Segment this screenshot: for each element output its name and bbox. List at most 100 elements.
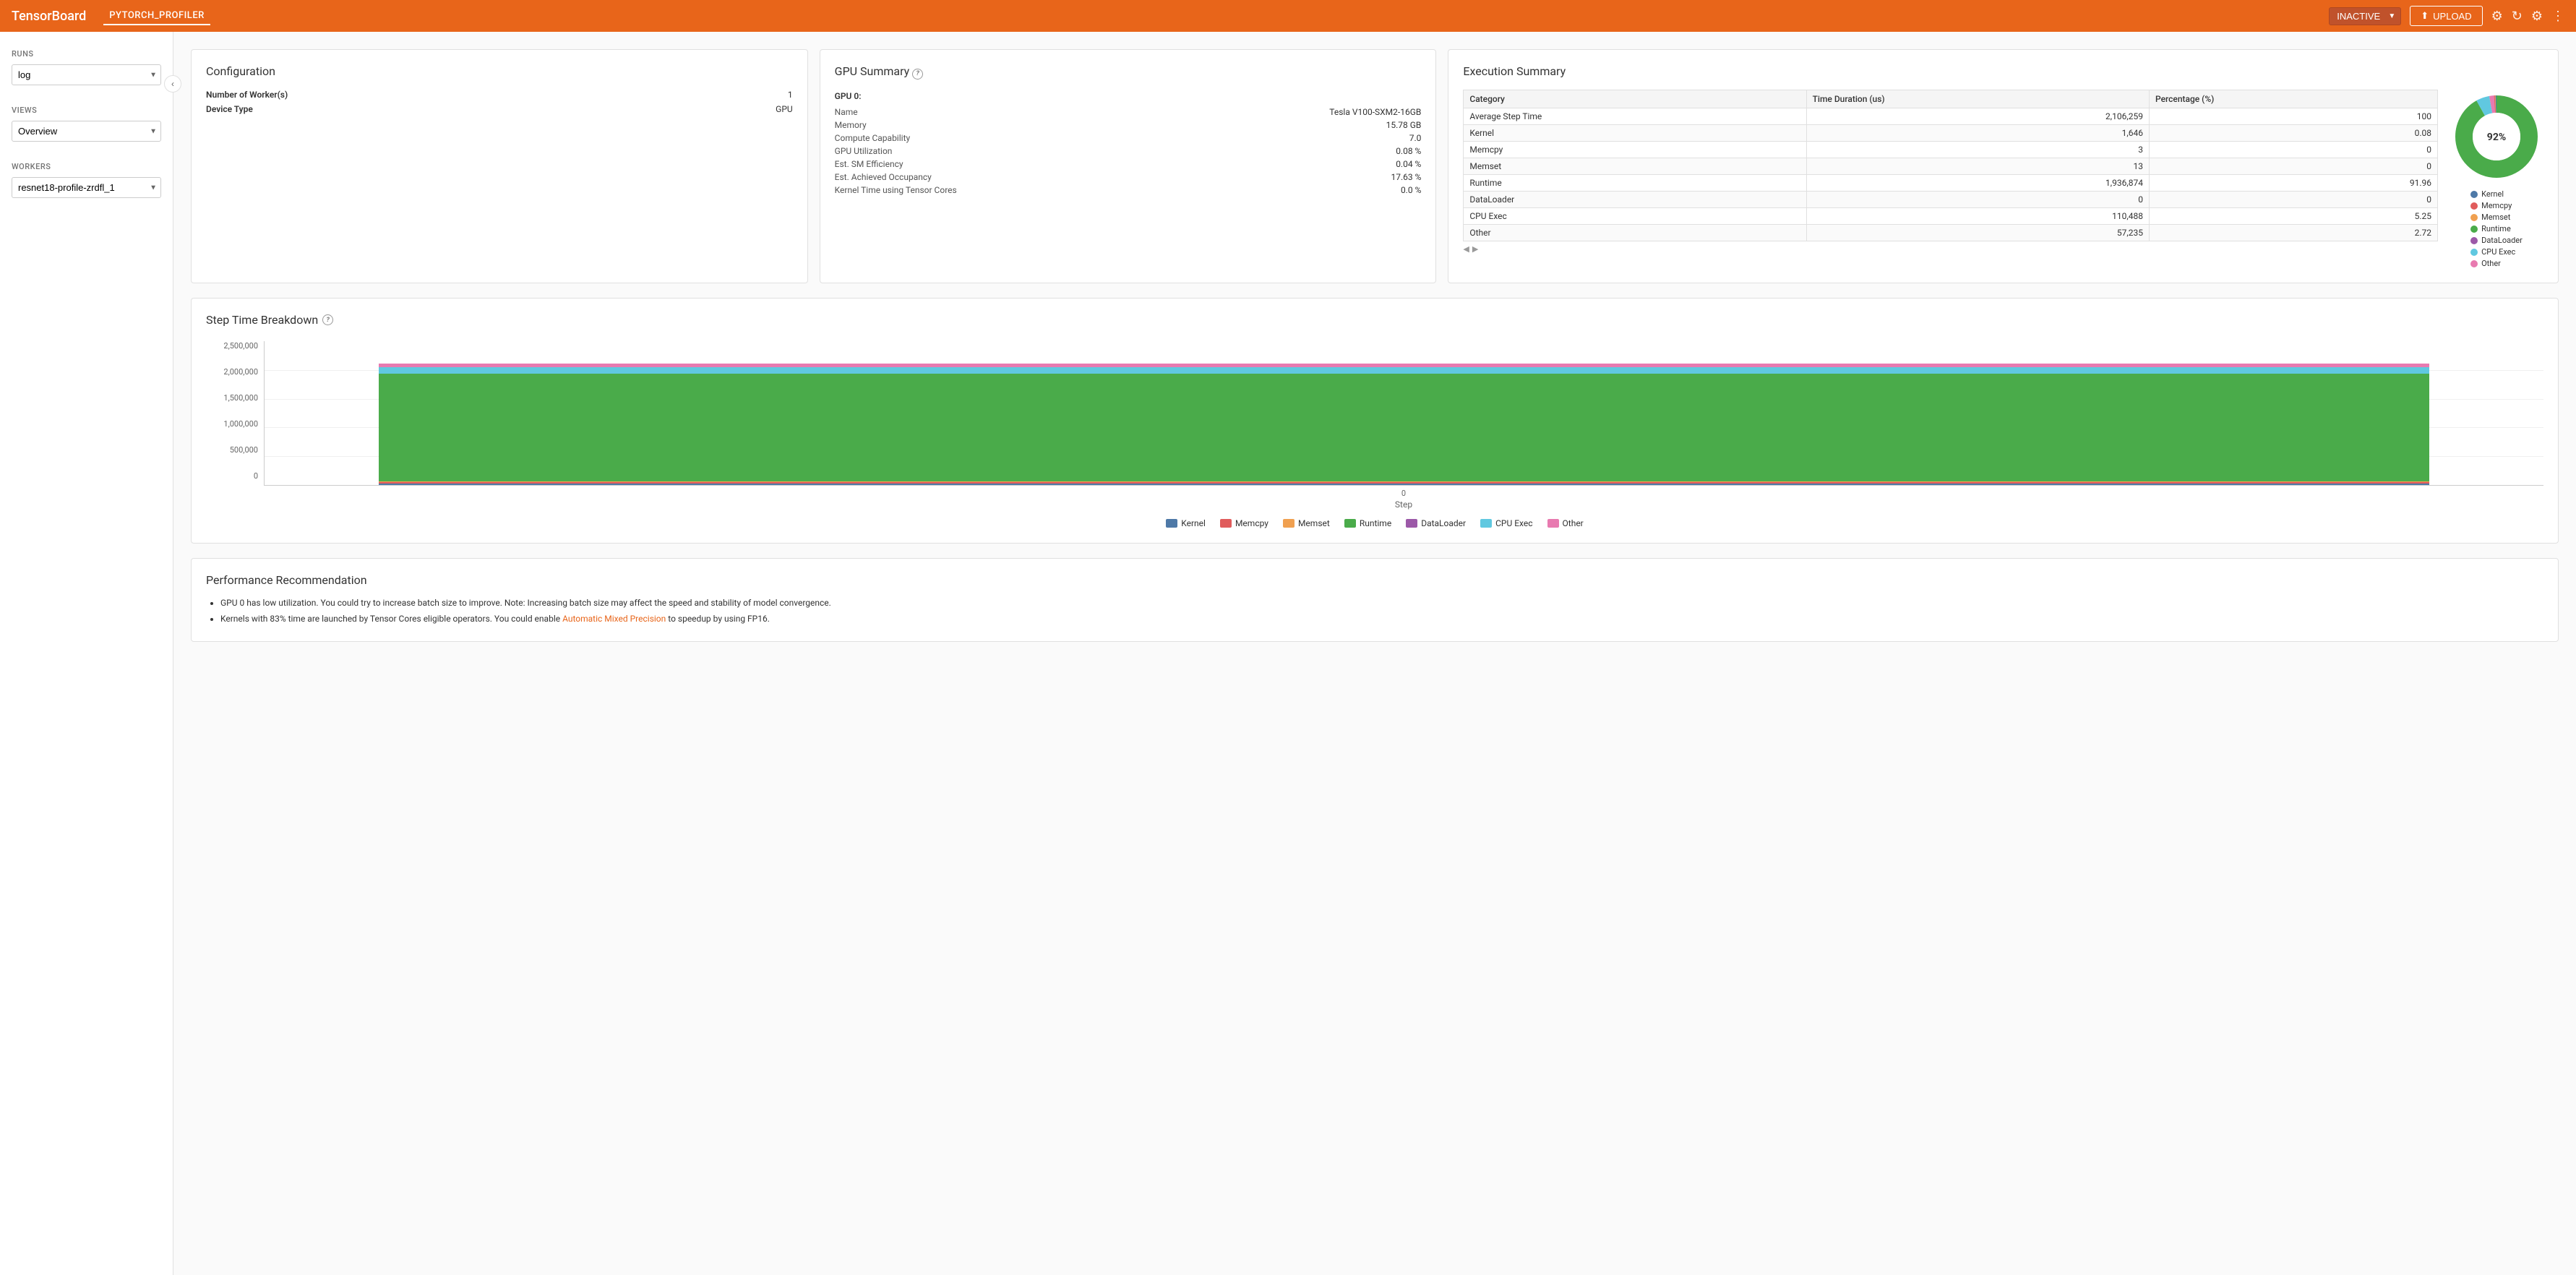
x-axis-step-value: 0 [264,489,2543,498]
exec-cell-percentage: 0 [2149,158,2437,175]
exec-cell-percentage: 0 [2149,192,2437,208]
donut-chart-wrap: 92% Kernel Memcpy [2450,90,2543,268]
exec-cell-percentage: 2.72 [2149,225,2437,241]
perf-item-1: GPU 0 has low utilization. You could try… [220,596,2543,611]
performance-recommendation-card: Performance Recommendation GPU 0 has low… [191,558,2559,642]
bar-cpuexec [379,367,2430,374]
exec-cell-duration: 0 [1806,192,2149,208]
exec-cell-percentage: 5.25 [2149,208,2437,225]
exec-next-icon[interactable]: ▶ [1472,244,1478,254]
legend-memcpy-label: Memcpy [2481,201,2512,210]
configuration-title: Configuration [206,64,793,78]
upload-icon: ⬆ [2421,10,2429,22]
stacked-bar-area [264,341,2543,486]
views-select-wrap: Overview ▼ [0,118,173,145]
amp-link[interactable]: Automatic Mixed Precision [562,614,666,624]
exec-table-row: Kernel 1,646 0.08 [1464,125,2438,142]
chart-legend-runtime: Runtime [1344,518,1391,528]
runs-select[interactable]: log [12,64,161,85]
workers-select-wrap: resnet18-profile-zrdfl_1 ▼ [0,174,173,201]
legend-other: Other [2470,259,2523,268]
exec-col-category: Category [1464,90,1806,108]
chart-legend-dataloader: DataLoader [1406,518,1466,528]
exec-cell-percentage: 0.08 [2149,125,2437,142]
exec-table-row: Other 57,235 2.72 [1464,225,2438,241]
chart-legend-memcpy-color [1220,519,1232,528]
exec-table-row: Average Step Time 2,106,259 100 [1464,108,2438,125]
legend-kernel: Kernel [2470,189,2523,199]
views-section-label: Views [0,100,173,118]
config-label-device: Device Type [206,104,253,114]
settings-connected-icon[interactable]: ⚙ [2491,9,2503,24]
chart-legend-memset: Memset [1283,518,1330,528]
exec-cell-category: Other [1464,225,1806,241]
y-label-500000: 500,000 [230,445,258,455]
runs-section-label: Runs [0,43,173,61]
legend-kernel-label: Kernel [2481,189,2504,199]
gpu-summary-help-icon[interactable]: ? [912,69,923,80]
perf-item-2: Kernels with 83% time are launched by Te… [220,611,2543,627]
y-label-2500000: 2,500,000 [223,341,258,351]
exec-cell-duration: 13 [1806,158,2149,175]
chart-legend-cpuexec: CPU Exec [1480,518,1532,528]
status-select[interactable]: INACTIVE [2329,7,2401,25]
refresh-icon[interactable]: ↻ [2512,9,2523,24]
exec-cell-duration: 110,488 [1806,208,2149,225]
x-axis-label: Step [264,499,2543,510]
y-label-2000000: 2,000,000 [223,367,258,377]
settings-icon[interactable]: ⚙ [2531,9,2543,24]
y-label-0: 0 [254,471,258,481]
legend-memset-label: Memset [2481,212,2510,222]
gpu-summary-card: GPU Summary ? GPU 0: Name Tesla V100-SXM… [820,49,1437,283]
exec-table-row: CPU Exec 110,488 5.25 [1464,208,2438,225]
gpu-row-sm: Est. SM Efficiency 0.04 % [835,159,1422,169]
exec-card-inner: Category Time Duration (us) Percentage (… [1463,90,2543,268]
workers-select[interactable]: resnet18-profile-zrdfl_1 [12,177,161,198]
upload-label: UPLOAD [2433,11,2471,22]
exec-table-row: Memcpy 3 0 [1464,142,2438,158]
views-select[interactable]: Overview [12,121,161,142]
exec-cell-duration: 57,235 [1806,225,2149,241]
exec-col-duration: Time Duration (us) [1806,90,2149,108]
chart-legend-other-color [1547,519,1559,528]
config-rows: Number of Worker(s) 1 Device Type GPU [206,90,793,114]
step-time-help-icon[interactable]: ? [322,314,333,325]
gpu-row-occupancy: Est. Achieved Occupancy 17.63 % [835,172,1422,182]
exec-cell-duration: 1,936,874 [1806,175,2149,192]
svg-text:92%: 92% [2487,132,2506,143]
step-time-title-text: Step Time Breakdown [206,313,318,327]
gpu-row-compute: Compute Capability 7.0 [835,133,1422,143]
legend-runtime-dot [2470,226,2478,233]
sidebar: ‹ Runs log ▼ Views Overview ▼ Workers re… [0,32,173,1275]
summary-cards-row: Configuration Number of Worker(s) 1 Devi… [191,49,2559,283]
active-plugin-tab[interactable]: PYTORCH_PROFILER [103,7,210,25]
exec-prev-icon[interactable]: ◀ [1463,244,1469,254]
top-nav: TensorBoard PYTORCH_PROFILER INACTIVE ▼ … [0,0,2576,32]
gpu-row-utilization: GPU Utilization 0.08 % [835,146,1422,156]
gpu-row-tensor-cores: Kernel Time using Tensor Cores 0.0 % [835,185,1422,195]
bar-runtime [379,374,2430,481]
y-label-1000000: 1,000,000 [223,419,258,429]
exec-cell-category: Average Step Time [1464,108,1806,125]
exec-cell-duration: 1,646 [1806,125,2149,142]
exec-col-percentage: Percentage (%) [2149,90,2437,108]
donut-chart: 92% [2450,90,2543,184]
exec-cell-category: Runtime [1464,175,1806,192]
more-icon[interactable]: ⋮ [2551,9,2564,24]
chart-legend-kernel-label: Kernel [1181,518,1206,528]
legend-kernel-dot [2470,191,2478,198]
execution-summary-title: Execution Summary [1463,64,2543,78]
chart-legend: Kernel Memcpy Memset Runtime DataLoader [206,518,2543,528]
step-time-title: Step Time Breakdown ? [206,313,2543,327]
step-time-breakdown-card: Step Time Breakdown ? 2,500,000 2,000,00… [191,298,2559,544]
main-layout: ‹ Runs log ▼ Views Overview ▼ Workers re… [0,32,2576,1275]
main-content: Configuration Number of Worker(s) 1 Devi… [173,32,2576,1275]
execution-table: Category Time Duration (us) Percentage (… [1463,90,2438,241]
legend-dataloader: DataLoader [2470,236,2523,245]
gpu-row-memory: Memory 15.78 GB [835,120,1422,130]
config-label-workers: Number of Worker(s) [206,90,288,100]
upload-button[interactable]: ⬆ UPLOAD [2410,6,2482,26]
exec-cell-category: CPU Exec [1464,208,1806,225]
exec-table-row: DataLoader 0 0 [1464,192,2438,208]
runs-select-wrap: log ▼ [0,61,173,88]
